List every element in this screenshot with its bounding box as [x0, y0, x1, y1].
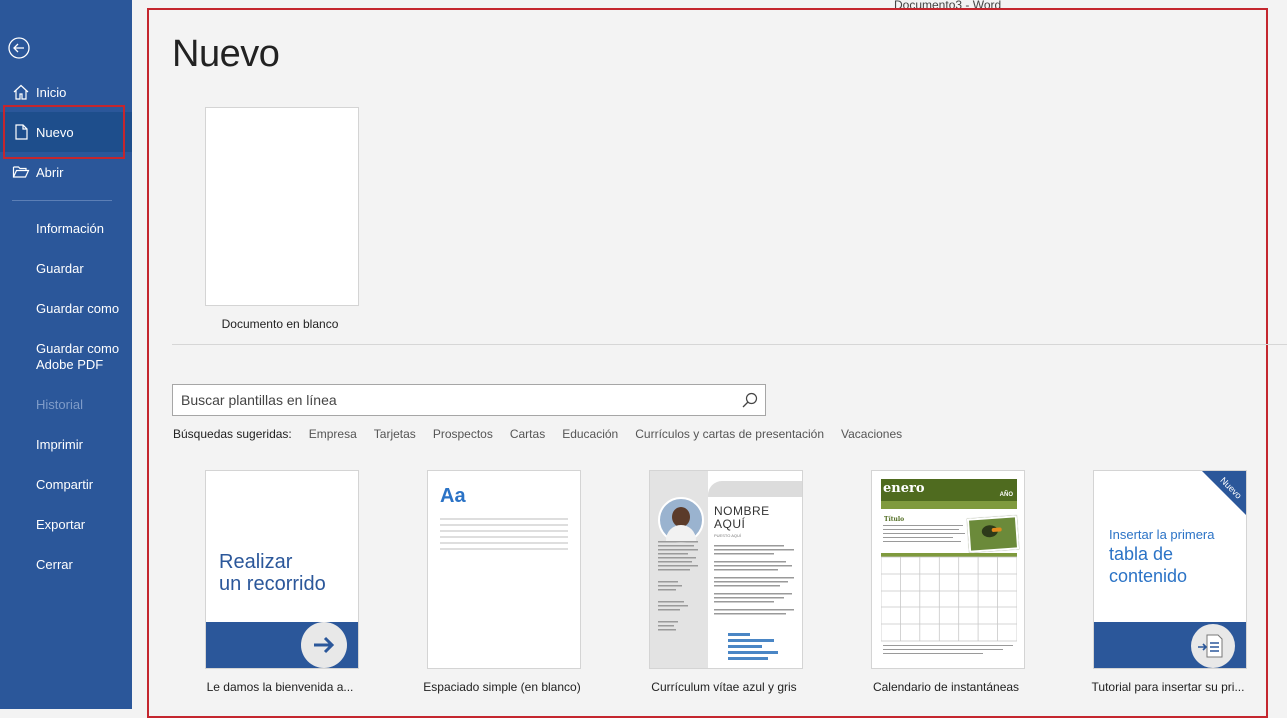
open-folder-icon	[12, 166, 30, 178]
template-label-welcome[interactable]: Le damos la bienvenida a...	[180, 680, 380, 694]
single-spaced-thumb-aa: Aa	[440, 485, 466, 507]
template-welcome-tour[interactable]: Realizar un recorrido	[205, 470, 359, 669]
insert-toc-icon	[1191, 624, 1235, 668]
calendar-footer-lines	[883, 645, 1013, 654]
home-icon	[13, 84, 29, 100]
nav-label: Exportar	[36, 516, 86, 532]
back-arrow-icon[interactable]	[8, 37, 30, 59]
blank-document-label[interactable]: Documento en blanco	[185, 317, 375, 331]
section-divider	[172, 344, 1287, 345]
nav-label: Historial	[36, 396, 83, 412]
resume-name-line-2: AQUÍ	[714, 517, 746, 531]
toc-thumb-line-3: contenido	[1109, 566, 1188, 586]
calendar-photo	[966, 515, 1020, 553]
suggested-link-curriculos[interactable]: Currículos y cartas de presentación	[635, 427, 824, 441]
template-label-calendar[interactable]: Calendario de instantáneas	[846, 680, 1046, 694]
template-single-spaced[interactable]: Aa	[427, 470, 581, 669]
nav-label: Información	[36, 220, 104, 236]
template-label-resume[interactable]: Currículum vítae azul y gris	[624, 680, 824, 694]
nav-item-exportar[interactable]: Exportar	[0, 504, 132, 544]
suggested-link-cartas[interactable]: Cartas	[510, 427, 545, 441]
calendar-header-band: enero AÑO	[881, 479, 1017, 501]
template-resume-blue-gray[interactable]: NOMBRE AQUÍ PUESTO AQUÍ	[649, 470, 803, 669]
template-snapshot-calendar[interactable]: enero AÑO Título	[871, 470, 1025, 669]
nav-item-imprimir[interactable]: Imprimir	[0, 424, 132, 464]
nav-label: Guardar	[36, 260, 84, 276]
calendar-grid	[881, 553, 1017, 642]
nav-label: Guardar como Adobe PDF	[36, 341, 120, 372]
nav-label: Imprimir	[36, 436, 83, 452]
template-search-box	[172, 384, 766, 416]
calendar-month: enero	[883, 481, 925, 496]
nav-item-guardar-como-pdf[interactable]: Guardar como Adobe PDF	[0, 337, 132, 377]
template-label-single-spaced[interactable]: Espaciado simple (en blanco)	[402, 680, 602, 694]
nav-item-cerrar[interactable]: Cerrar	[0, 544, 132, 584]
resume-subtitle: PUESTO AQUÍ	[714, 533, 742, 538]
nav-item-historial: Historial	[0, 384, 132, 424]
nav-label: Abrir	[36, 164, 64, 180]
suggested-link-tarjetas[interactable]: Tarjetas	[374, 427, 416, 441]
resume-body-lines	[658, 541, 794, 660]
resume-header-band	[708, 481, 802, 497]
calendar-year: AÑO	[999, 492, 1013, 498]
backstage-sidebar: Inicio Nuevo Abrir Información Guardar G…	[0, 0, 132, 709]
nav-label: Compartir	[36, 476, 94, 492]
resume-name: NOMBRE AQUÍ	[714, 505, 770, 531]
toc-thumb-line-1: Insertar la primera	[1109, 527, 1215, 542]
suggested-searches: Búsquedas sugeridas: Empresa Tarjetas Pr…	[173, 427, 919, 441]
calendar-subheader	[881, 501, 1017, 509]
suggested-link-prospectos[interactable]: Prospectos	[433, 427, 493, 441]
nav-item-guardar-como[interactable]: Guardar como	[0, 288, 132, 328]
template-label-toc[interactable]: Tutorial para insertar su pri...	[1068, 680, 1268, 694]
active-highlight	[3, 105, 125, 159]
toc-thumb-text: Insertar la primera tabla de contenido	[1109, 527, 1214, 587]
blank-document-thumbnail[interactable]	[205, 107, 359, 306]
nav-label: Inicio	[36, 84, 67, 100]
nav-item-informacion[interactable]: Información	[0, 208, 132, 248]
suggested-link-educacion[interactable]: Educación	[562, 427, 618, 441]
suggested-link-vacaciones[interactable]: Vacaciones	[841, 427, 902, 441]
welcome-thumb-text: Realizar un recorrido	[219, 551, 326, 595]
suggested-link-empresa[interactable]: Empresa	[309, 427, 357, 441]
suggested-searches-label: Búsquedas sugeridas:	[173, 427, 292, 441]
welcome-thumb-line-1: Realizar	[219, 551, 293, 573]
nav-item-guardar[interactable]: Guardar	[0, 248, 132, 288]
nav-label: Guardar como	[36, 300, 120, 316]
search-icon[interactable]	[741, 391, 759, 409]
resume-photo	[658, 497, 704, 543]
page-title: Nuevo	[172, 33, 280, 75]
template-search-input[interactable]	[179, 385, 723, 415]
welcome-thumb-line-2: un recorrido	[219, 573, 326, 595]
arrow-right-icon	[301, 622, 347, 668]
template-toc-tutorial[interactable]: Nuevo Insertar la primera tabla de conte…	[1093, 470, 1247, 669]
toc-thumb-line-2: tabla de	[1109, 544, 1174, 564]
text-lines-graphic	[440, 518, 568, 550]
nav-item-compartir[interactable]: Compartir	[0, 464, 132, 504]
sidebar-divider	[12, 200, 112, 201]
calendar-title: Título	[884, 516, 905, 523]
nav-label: Cerrar	[36, 556, 73, 572]
nav-item-abrir[interactable]: Abrir	[0, 152, 132, 192]
